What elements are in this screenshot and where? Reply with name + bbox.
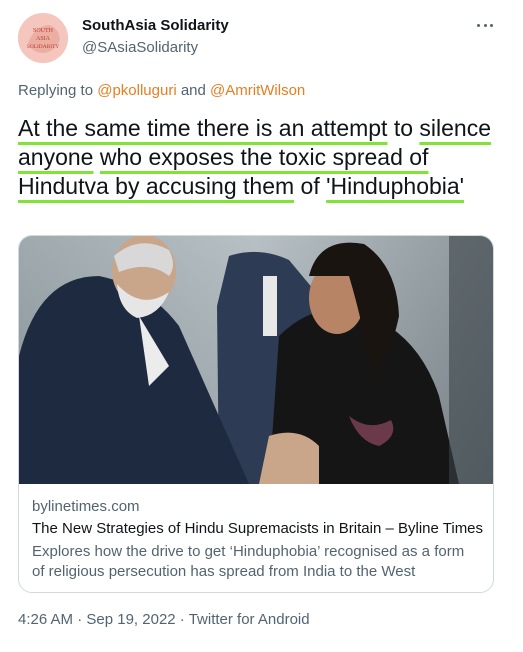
card-image <box>19 236 493 484</box>
more-dots-icon[interactable] <box>474 16 496 36</box>
card-title: The New Strategies of Hindu Supremacists… <box>32 520 484 537</box>
replying-prefix: Replying to <box>18 82 98 99</box>
tweet-date-link[interactable]: Sep 19, 2022 <box>86 611 175 628</box>
author-name[interactable]: SouthAsia Solidarity <box>82 17 229 34</box>
author-handle[interactable]: @SAsiaSolidarity <box>82 39 198 56</box>
text-segment: to <box>387 115 420 141</box>
tweet-source: Twitter for Android <box>188 611 310 628</box>
solidarity-logo-icon: SOUTH ASIA SOLIDARITY <box>18 13 68 63</box>
tweet-meta: 4:26 AM · Sep 19, 2022 · Twitter for And… <box>18 611 310 628</box>
mention-link-pkolluguri[interactable]: @pkolluguri <box>97 82 176 99</box>
avatar-text-2: ASIA <box>36 36 51 42</box>
meta-separator: · <box>73 611 87 628</box>
tweet: SOUTH ASIA SOLIDARITY SouthAsia Solidari… <box>0 0 523 652</box>
highlighted-text-segment: At the same time there is an attempt <box>18 115 388 141</box>
link-card[interactable]: bylinetimes.com The New Strategies of Hi… <box>18 235 494 593</box>
card-domain: bylinetimes.com <box>32 498 140 515</box>
replying-joiner: and <box>176 82 211 99</box>
mention-link-amritwilson[interactable]: @AmritWilson <box>210 82 305 99</box>
replying-to: Replying to @pkolluguri and @AmritWilson <box>18 82 305 99</box>
tweet-time-link[interactable]: 4:26 AM <box>18 611 73 628</box>
card-description: Explores how the drive to get ‘Hinduphob… <box>32 543 465 580</box>
tweet-text: At the same time there is an attempt to … <box>18 114 498 201</box>
author-avatar[interactable]: SOUTH ASIA SOLIDARITY <box>18 13 68 63</box>
meta-separator: · <box>175 611 189 628</box>
avatar-text-3: SOLIDARITY <box>27 44 59 50</box>
highlighted-text-segment: 'Hinduphobia' <box>326 173 465 199</box>
avatar-text-1: SOUTH <box>33 28 54 34</box>
text-segment: of <box>294 173 327 199</box>
